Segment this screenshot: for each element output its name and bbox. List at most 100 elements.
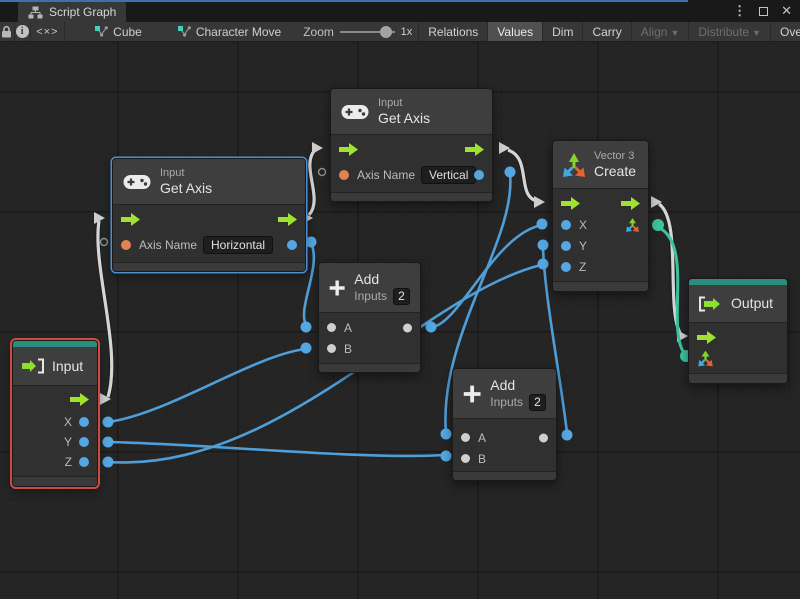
inputs-count-field[interactable]: 2 bbox=[529, 394, 546, 411]
node-title: Add bbox=[354, 271, 410, 288]
flow-in-port[interactable] bbox=[121, 213, 140, 226]
zoom-value: 1x bbox=[401, 26, 413, 38]
inputs-label: Inputs bbox=[490, 396, 523, 409]
port-label: Z bbox=[65, 455, 72, 469]
window-menu-icon[interactable]: ⋮ bbox=[733, 0, 746, 22]
input-b-port[interactable] bbox=[461, 454, 470, 463]
node-title: Output bbox=[731, 295, 773, 312]
chevron-down-icon: ▼ bbox=[752, 28, 761, 38]
input-a-port[interactable] bbox=[461, 433, 470, 442]
flow-in-port[interactable] bbox=[339, 143, 358, 156]
node-title: Add bbox=[490, 377, 546, 394]
port-label: B bbox=[478, 452, 486, 466]
node-category: Vector 3 bbox=[594, 150, 636, 163]
zoom-label: Zoom bbox=[303, 25, 334, 39]
value-out-port[interactable] bbox=[287, 240, 297, 250]
tab-label: Script Graph bbox=[49, 5, 116, 19]
node-vector3-create[interactable]: Vector 3 Create X Y Z bbox=[552, 140, 649, 292]
node-add-1[interactable]: Add Inputs 2 A B bbox=[318, 262, 421, 373]
flow-out-port[interactable] bbox=[70, 393, 89, 406]
port-label: X bbox=[64, 415, 72, 429]
input-event-icon bbox=[21, 358, 45, 374]
node-input-event[interactable]: Input X Y Z bbox=[12, 340, 98, 487]
breadcrumb-label: Character Move bbox=[196, 25, 281, 39]
close-icon[interactable]: ✕ bbox=[781, 0, 792, 22]
flow-in-port[interactable] bbox=[697, 331, 716, 344]
node-footer bbox=[689, 373, 787, 383]
zoom-slider-knob[interactable] bbox=[380, 26, 392, 38]
axis-name-field[interactable]: Vertical bbox=[421, 166, 476, 184]
inputs-label: Inputs bbox=[354, 290, 387, 303]
zoom-slider[interactable] bbox=[340, 22, 395, 42]
node-title: Input bbox=[52, 358, 83, 375]
port-label: A bbox=[344, 321, 352, 335]
port-label: B bbox=[344, 342, 352, 356]
node-title: Create bbox=[594, 163, 636, 180]
node-title: Get Axis bbox=[160, 180, 212, 197]
node-output-event[interactable]: Output bbox=[688, 278, 788, 384]
inputs-count-field[interactable]: 2 bbox=[393, 288, 410, 305]
lock-icon bbox=[1, 25, 12, 38]
graph-toolbar: i <×> Cube Character Move Zoom bbox=[0, 22, 800, 42]
align-dropdown[interactable]: Align▼ bbox=[631, 22, 689, 42]
input-b-port[interactable] bbox=[327, 344, 336, 353]
flow-out-port[interactable] bbox=[621, 197, 640, 210]
node-add-2[interactable]: Add Inputs 2 A B bbox=[452, 368, 557, 481]
breadcrumb-graph-cube[interactable]: Cube bbox=[87, 22, 150, 42]
code-toggle-label: <×> bbox=[36, 26, 58, 38]
info-button[interactable]: i bbox=[15, 22, 31, 42]
node-get-axis-vertical[interactable]: Input Get Axis Axis Name Vertical bbox=[330, 88, 493, 202]
axis-name-field[interactable]: Horizontal bbox=[203, 236, 273, 254]
plus-icon bbox=[463, 382, 481, 406]
flow-in-port[interactable] bbox=[561, 197, 580, 210]
node-category: Input bbox=[378, 97, 430, 110]
script-graph-icon bbox=[28, 6, 43, 19]
node-footer bbox=[553, 281, 648, 291]
port-label: Y bbox=[64, 435, 72, 449]
carry-button[interactable]: Carry bbox=[582, 22, 630, 42]
axis-name-port[interactable] bbox=[339, 170, 349, 180]
vector3-in-port[interactable] bbox=[697, 350, 714, 367]
tab-script-graph[interactable]: Script Graph bbox=[18, 2, 126, 22]
y-out-port[interactable] bbox=[79, 437, 89, 447]
y-in-port[interactable] bbox=[561, 241, 571, 251]
x-out-port[interactable] bbox=[79, 417, 89, 427]
maximize-icon[interactable] bbox=[759, 7, 768, 16]
port-label: A bbox=[478, 431, 486, 445]
port-label: Y bbox=[579, 239, 587, 253]
plus-icon bbox=[329, 276, 345, 300]
node-title: Get Axis bbox=[378, 110, 430, 127]
value-out-port[interactable] bbox=[474, 170, 484, 180]
sum-out-port[interactable] bbox=[403, 323, 412, 332]
code-view-toggle[interactable]: <×> bbox=[31, 22, 66, 42]
input-a-port[interactable] bbox=[327, 323, 336, 332]
node-footer bbox=[319, 363, 420, 372]
node-category: Input bbox=[160, 167, 212, 180]
z-out-port[interactable] bbox=[79, 457, 89, 467]
script-graph-window: Script Graph ⋮ ✕ i <×> bbox=[0, 0, 800, 599]
z-in-port[interactable] bbox=[561, 262, 571, 272]
overview-button[interactable]: Overv bbox=[770, 22, 800, 42]
output-event-icon bbox=[697, 296, 723, 312]
graph-icon bbox=[178, 26, 191, 37]
axis-name-port[interactable] bbox=[121, 240, 131, 250]
flow-out-port[interactable] bbox=[465, 143, 484, 156]
graph-icon bbox=[95, 26, 108, 37]
distribute-dropdown[interactable]: Distribute▼ bbox=[688, 22, 770, 42]
node-footer bbox=[453, 471, 556, 480]
breadcrumb-graph-character-move[interactable]: Character Move bbox=[170, 22, 289, 42]
chevron-down-icon: ▼ bbox=[670, 28, 679, 38]
relations-button[interactable]: Relations bbox=[418, 22, 487, 42]
sum-out-port[interactable] bbox=[539, 433, 548, 442]
dim-button[interactable]: Dim bbox=[542, 22, 582, 42]
x-in-port[interactable] bbox=[561, 220, 571, 230]
port-label: Z bbox=[579, 260, 586, 274]
values-button[interactable]: Values bbox=[487, 22, 542, 42]
flow-out-port[interactable] bbox=[278, 213, 297, 226]
node-footer bbox=[13, 476, 97, 486]
vector3-out-port[interactable] bbox=[625, 217, 640, 232]
node-footer bbox=[113, 262, 305, 271]
port-label: X bbox=[579, 218, 587, 232]
lock-button[interactable] bbox=[0, 22, 15, 42]
node-get-axis-horizontal[interactable]: Input Get Axis Axis Name Horizontal bbox=[112, 158, 306, 272]
